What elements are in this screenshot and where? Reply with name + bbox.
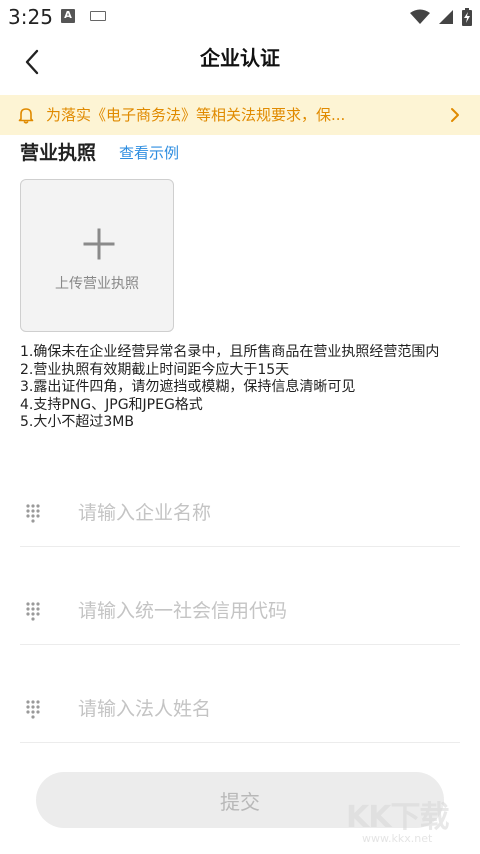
app-header: 企业认证 bbox=[0, 34, 480, 92]
plus-icon bbox=[83, 228, 115, 260]
wifi-icon bbox=[410, 9, 430, 24]
rule-item: 3.露出证件四角，请勿遮挡或模糊，保持信息清晰可见 bbox=[20, 379, 356, 395]
notice-text: 为落实《电子商务法》等相关法规要求，保... bbox=[46, 106, 346, 124]
chevron-right-icon bbox=[451, 108, 459, 122]
status-bar: 3:25 A bbox=[0, 0, 480, 34]
upload-rules: 1.确保未在企业经营异常名录中，且所售商品在营业执照经营范围内 2.营业执照有效… bbox=[20, 344, 460, 432]
status-time: 3:25 bbox=[8, 5, 53, 29]
rule-item: 1.确保未在企业经营异常名录中，且所售商品在营业执照经营范围内 bbox=[20, 344, 440, 360]
status-icons bbox=[410, 6, 472, 28]
keyboard-icon bbox=[90, 11, 106, 21]
watermark-logo-text: KK下载 bbox=[346, 800, 449, 835]
rule-item: 4.支持PNG、JPG和JPEG格式 bbox=[20, 396, 203, 413]
upload-license-button[interactable]: 上传营业执照 bbox=[20, 179, 174, 332]
keypad-icon bbox=[26, 602, 40, 621]
watermark-logo: KK下载 www.kkx.net bbox=[346, 792, 476, 850]
notification-a-icon: A bbox=[61, 9, 75, 23]
keypad-icon bbox=[26, 504, 40, 523]
rule-item: 2.营业执照有效期截止时间距今应大于15天 bbox=[20, 361, 290, 378]
page-title: 企业认证 bbox=[200, 46, 280, 70]
signal-icon bbox=[439, 10, 453, 24]
company-name-input[interactable] bbox=[78, 495, 448, 531]
rule-item: 5.大小不超过3MB bbox=[20, 414, 134, 430]
battery-icon bbox=[462, 8, 472, 26]
view-example-link[interactable]: 查看示例 bbox=[119, 142, 179, 164]
watermark-url: www.kkx.net bbox=[362, 832, 433, 845]
company-name-field-row bbox=[20, 481, 460, 547]
keypad-icon bbox=[26, 700, 40, 719]
legal-person-field-row bbox=[20, 677, 460, 743]
bell-icon bbox=[18, 108, 34, 124]
notice-banner[interactable]: 为落实《电子商务法》等相关法规要求，保... bbox=[0, 95, 480, 135]
credit-code-input[interactable] bbox=[78, 593, 448, 629]
upload-license-label: 上传营业执照 bbox=[55, 276, 139, 292]
license-section-title: 营业执照 bbox=[20, 142, 97, 164]
credit-code-field-row bbox=[20, 579, 460, 645]
legal-person-input[interactable] bbox=[78, 691, 448, 727]
